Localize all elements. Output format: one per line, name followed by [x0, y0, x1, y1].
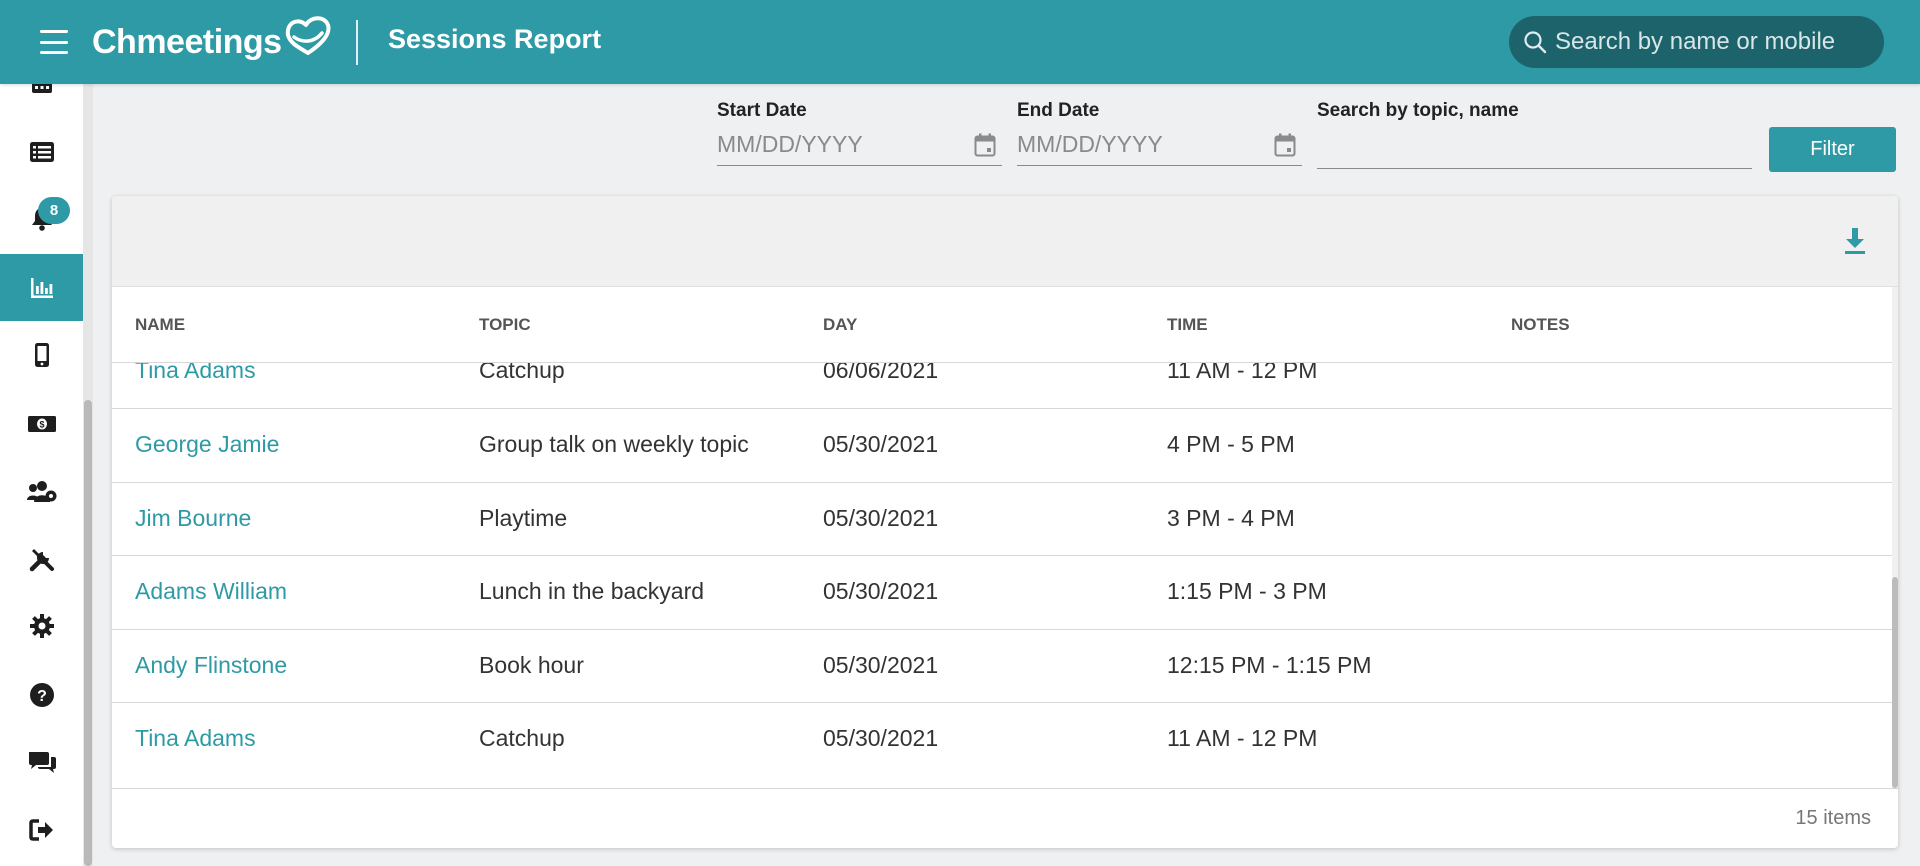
column-header-time[interactable]: TIME [1167, 287, 1208, 363]
filter-button[interactable]: Filter [1769, 127, 1896, 172]
sidebar-item-settings[interactable] [0, 592, 83, 659]
session-name-link[interactable]: Tina Adams [135, 363, 256, 384]
notification-badge: 8 [38, 197, 70, 224]
session-name-link[interactable]: Tina Adams [135, 725, 256, 752]
table-row[interactable]: Tina Adams Catchup 06/06/2021 11 AM - 12… [112, 363, 1892, 409]
session-time: 4 PM - 5 PM [1167, 431, 1295, 457]
table-row[interactable]: George Jamie Group talk on weekly topic … [112, 409, 1892, 483]
sidebar-item-help[interactable]: ? [0, 661, 83, 728]
sidebar-item-tools[interactable] [0, 525, 83, 592]
download-icon[interactable] [1842, 226, 1868, 256]
start-date-input[interactable] [717, 131, 947, 158]
svg-text:$: $ [39, 419, 44, 429]
end-date-field[interactable] [1017, 124, 1302, 166]
topic-search-field[interactable] [1317, 127, 1752, 169]
users-cog-icon [26, 480, 56, 502]
tools-icon [29, 548, 54, 571]
sidebar-scrollbar-thumb[interactable] [84, 400, 92, 866]
session-name-link[interactable]: Jim Bourne [135, 505, 251, 532]
mobile-phone-icon [34, 342, 49, 367]
hamburger-menu-icon[interactable] [38, 26, 70, 58]
list-icon [29, 141, 54, 162]
page-title: Sessions Report [388, 24, 602, 54]
session-topic: Catchup [479, 725, 565, 751]
start-date-field[interactable] [717, 124, 1002, 166]
topic-search-input[interactable] [1317, 127, 1752, 168]
table-row[interactable]: Andy Flinstone Book hour 05/30/2021 12:1… [112, 630, 1892, 703]
session-time: 11 AM - 12 PM [1167, 363, 1318, 383]
items-count: 15 items [1795, 807, 1871, 829]
session-name-link[interactable]: Andy Flinstone [135, 652, 287, 679]
session-topic: Playtime [479, 504, 568, 531]
app-logo[interactable]: Chmeetings [92, 14, 332, 70]
session-day: 05/30/2021 [823, 504, 939, 531]
session-time: 12:15 PM - 1:15 PM [1167, 651, 1372, 678]
sidebar-item-notifications[interactable]: 8 [0, 185, 83, 252]
table-toolbar [112, 196, 1898, 287]
sidebar-item-reports[interactable] [0, 254, 83, 321]
session-time: 3 PM - 4 PM [1167, 504, 1295, 531]
column-header-name[interactable]: NAME [135, 287, 185, 363]
session-day: 05/30/2021 [823, 651, 939, 678]
sidebar-item-logout[interactable] [0, 796, 83, 863]
help-circle-icon: ? [29, 682, 54, 707]
sidebar-item-mobile[interactable] [0, 321, 83, 388]
start-date-label: Start Date [717, 100, 807, 121]
logo-text: Chmeetings [92, 22, 282, 61]
search-icon [1524, 31, 1547, 54]
calendar-icon[interactable] [1274, 133, 1296, 157]
sidebar-item-messages[interactable] [0, 728, 83, 795]
sidebar-scrollbar[interactable] [83, 84, 93, 866]
column-header-day[interactable]: DAY [823, 287, 857, 363]
session-day: 05/30/2021 [823, 725, 939, 751]
global-search-input[interactable] [1555, 28, 1875, 56]
session-topic: Group talk on weekly topic [479, 431, 749, 457]
table-footer: 15 items [112, 788, 1898, 848]
header-divider [356, 20, 358, 65]
session-name-link[interactable]: George Jamie [135, 431, 279, 458]
session-day: 06/06/2021 [823, 363, 939, 383]
money-bill-icon: $ [27, 415, 56, 432]
session-name-link[interactable]: Adams William [135, 578, 287, 605]
session-day: 05/30/2021 [823, 431, 939, 457]
chart-bars-icon [30, 277, 53, 298]
sessions-table-card: NAME TOPIC DAY TIME NOTES Tina Adams Cat… [112, 196, 1898, 848]
session-topic: Catchup [479, 363, 565, 383]
table-header: NAME TOPIC DAY TIME NOTES [112, 287, 1892, 363]
sidebar: 8 $ ? [0, 74, 83, 866]
calendar-icon[interactable] [974, 133, 996, 157]
table-body: Tina Adams Catchup 06/06/2021 11 AM - 12… [112, 363, 1892, 788]
chat-bubbles-icon [28, 751, 56, 773]
table-scrollbar-thumb[interactable] [1892, 577, 1898, 788]
sidebar-item-contributions[interactable]: $ [0, 390, 83, 457]
sidebar-item-list[interactable] [0, 118, 83, 185]
sign-out-icon [28, 818, 53, 841]
logo-heart-icon [285, 16, 331, 55]
top-header: Chmeetings Sessions Report [0, 0, 1920, 84]
column-header-notes[interactable]: NOTES [1511, 287, 1570, 363]
table-row[interactable]: Adams William Lunch in the backyard 05/3… [112, 556, 1892, 630]
global-search[interactable] [1509, 16, 1884, 68]
gear-icon [29, 613, 54, 638]
end-date-input[interactable] [1017, 131, 1247, 158]
table-scrollbar[interactable] [1892, 287, 1898, 788]
session-time: 11 AM - 12 PM [1167, 725, 1318, 751]
svg-text:?: ? [37, 688, 47, 705]
column-header-topic[interactable]: TOPIC [479, 287, 531, 363]
end-date-label: End Date [1017, 100, 1100, 121]
session-time: 1:15 PM - 3 PM [1167, 578, 1327, 604]
sidebar-item-groups[interactable] [0, 458, 83, 525]
session-day: 05/30/2021 [823, 578, 939, 604]
topic-search-label: Search by topic, name [1317, 100, 1519, 121]
table-row[interactable]: Tina Adams Catchup 05/30/2021 11 AM - 12… [112, 703, 1892, 777]
session-topic: Lunch in the backyard [479, 578, 705, 604]
session-topic: Book hour [479, 651, 584, 678]
table-row[interactable]: Jim Bourne Playtime 05/30/2021 3 PM - 4 … [112, 483, 1892, 556]
